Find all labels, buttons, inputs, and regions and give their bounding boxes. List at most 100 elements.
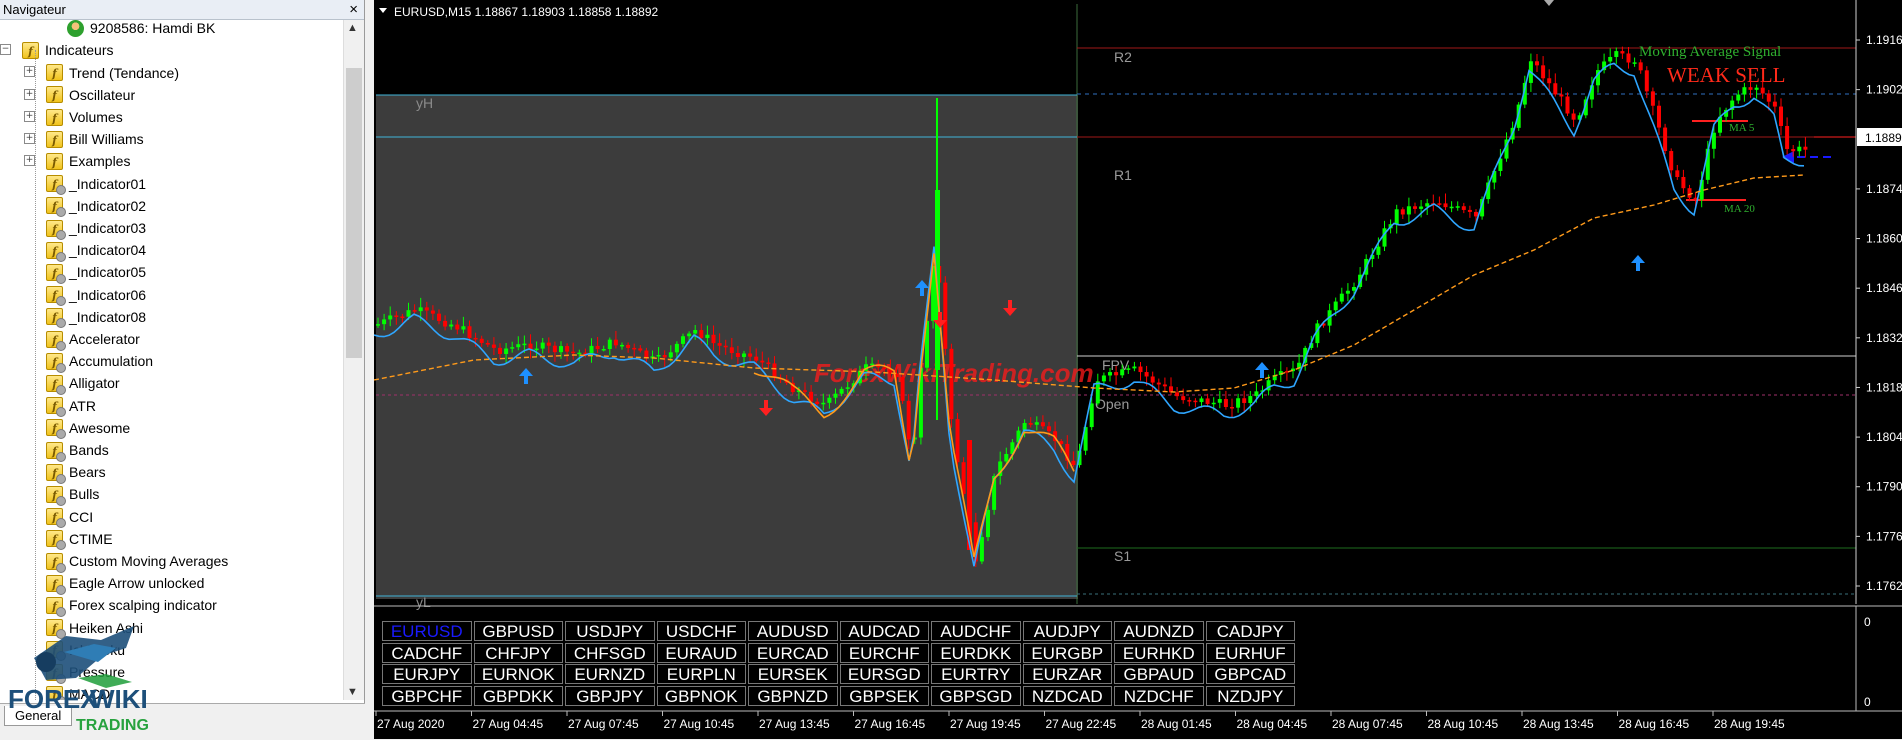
navigator-scrollbar[interactable]: ▲ ▼	[343, 20, 364, 700]
scroll-down-icon[interactable]: ▼	[347, 686, 358, 698]
bull-candle	[1754, 87, 1759, 90]
bear-candle	[1461, 206, 1466, 210]
symbol-button-euraud[interactable]: EURAUD	[656, 642, 746, 663]
symbol-button-chfsgd[interactable]: CHFSGD	[565, 642, 655, 663]
expand-icon[interactable]: +	[24, 66, 35, 78]
indicator-item[interactable]: f Alligator	[46, 371, 120, 395]
symbol-button-gbpusd[interactable]: GBPUSD	[473, 621, 563, 641]
symbol-button-gbpchf[interactable]: GBPCHF	[382, 685, 472, 706]
symbol-button-cadjpy[interactable]: CADJPY	[1205, 621, 1295, 641]
bear-candle	[943, 282, 948, 349]
indicator-item[interactable]: f Forex scalping indicator	[46, 593, 217, 617]
symbol-button-gbpnzd[interactable]: GBPNZD	[748, 685, 838, 706]
symbol-button-usdjpy[interactable]: USDJPY	[565, 621, 655, 641]
tree-item-label: _Indicator02	[69, 197, 147, 214]
indicator-item[interactable]: f Accumulation	[46, 349, 153, 373]
bear-candle	[900, 377, 905, 401]
folder-item[interactable]: + f Bill Williams	[24, 127, 144, 149]
symbol-button-nzdjpy[interactable]: NZDJPY	[1205, 685, 1295, 706]
folder-item[interactable]: + f Oscillateur	[24, 83, 135, 105]
symbol-button-gbpcad[interactable]: GBPCAD	[1205, 664, 1295, 684]
indicator-item[interactable]: f CCI	[46, 504, 93, 529]
bear-candle	[1791, 149, 1796, 152]
indicator-item[interactable]: f ATR	[46, 393, 96, 418]
indicator-icon: f	[46, 463, 66, 484]
indicator-icon: f	[46, 286, 66, 307]
folder-item[interactable]: + f Trend (Tendance)	[24, 60, 179, 82]
indicator-icon: f	[46, 508, 66, 529]
bear-candle	[595, 345, 600, 350]
symbol-button-eurhkd[interactable]: EURHKD	[1114, 642, 1204, 663]
price-tick-label: 1.18185	[1866, 380, 1902, 394]
symbol-button-eursgd[interactable]: EURSGD	[839, 664, 929, 684]
indicator-item[interactable]: f _Indicator04	[46, 238, 146, 262]
bear-candle	[638, 348, 643, 351]
indicator-item[interactable]: f Accelerator	[46, 327, 140, 351]
symbol-button-chfjpy[interactable]: CHFJPY	[473, 642, 563, 663]
symbol-button-eurcad[interactable]: EURCAD	[748, 642, 838, 663]
bull-candle	[742, 353, 746, 358]
symbol-button-audchf[interactable]: AUDCHF	[931, 621, 1021, 641]
symbol-button-nzdchf[interactable]: NZDCHF	[1114, 685, 1204, 706]
symbol-button-eurdkk[interactable]: EURDKK	[931, 642, 1021, 663]
collapse-icon[interactable]: −	[0, 44, 11, 56]
scrollbar-thumb[interactable]	[346, 68, 362, 358]
symbol-button-gbpsgd[interactable]: GBPSGD	[931, 685, 1021, 706]
indicator-item[interactable]: f _Indicator06	[46, 282, 146, 307]
bull-candle	[1236, 398, 1241, 408]
symbol-button-eurnzd[interactable]: EURNZD	[565, 664, 655, 684]
symbol-button-audcad[interactable]: AUDCAD	[839, 621, 929, 641]
symbol-button-eurchf[interactable]: EURCHF	[839, 642, 929, 663]
symbol-button-eurzar[interactable]: EURZAR	[1022, 664, 1112, 684]
symbol-button-eurgbp[interactable]: EURGBP	[1022, 642, 1112, 663]
indicator-item[interactable]: f CTIME	[46, 527, 113, 551]
folder-item[interactable]: + f Volumes	[24, 105, 123, 127]
symbol-button-audusd[interactable]: AUDUSD	[748, 621, 838, 641]
symbol-button-eurnok[interactable]: EURNOK	[473, 664, 563, 684]
symbol-button-gbpjpy[interactable]: GBPJPY	[565, 685, 655, 706]
symbol-button-eurjpy[interactable]: EURJPY	[382, 664, 472, 684]
expand-icon[interactable]: +	[24, 110, 35, 122]
folder-item[interactable]: + f Examples	[24, 149, 130, 171]
indicator-item[interactable]: f Custom Moving Averages	[46, 549, 228, 573]
symbol-button-eursek[interactable]: EURSEK	[748, 664, 838, 684]
symbol-button-audnzd[interactable]: AUDNZD	[1114, 621, 1204, 641]
bear-candle	[717, 343, 722, 346]
symbol-button-gbpsek[interactable]: GBPSEK	[839, 685, 929, 706]
symbol-button-audjpy[interactable]: AUDJPY	[1022, 621, 1112, 641]
bear-candle	[552, 345, 557, 353]
bear-candle	[1223, 399, 1228, 407]
close-icon[interactable]: ×	[349, 0, 358, 19]
symbol-button-cadchf[interactable]: CADCHF	[382, 642, 472, 663]
symbol-button-gbpaud[interactable]: GBPAUD	[1114, 664, 1204, 684]
symbol-button-nzdcad[interactable]: NZDCAD	[1022, 685, 1112, 706]
bear-candle	[1413, 206, 1417, 209]
expand-icon[interactable]: +	[24, 133, 35, 144]
indicator-item[interactable]: f _Indicator05	[46, 260, 146, 284]
indicator-item[interactable]: f Bulls	[46, 482, 99, 506]
indicator-item[interactable]: f Eagle Arrow unlocked	[46, 571, 204, 595]
expand-icon[interactable]: +	[24, 88, 35, 100]
indicator-item[interactable]: f Awesome	[46, 416, 130, 440]
symbol-button-gbpdkk[interactable]: GBPDKK	[473, 685, 563, 706]
symbol-button-eurhuf[interactable]: EURHUF	[1205, 642, 1295, 663]
tree-item-label: _Indicator01	[69, 175, 147, 192]
indicator-item[interactable]: f Bears	[46, 460, 106, 484]
account-item[interactable]: 9208586: Hamdi BK	[67, 20, 215, 38]
symbol-button-eurpln[interactable]: EURPLN	[656, 664, 746, 684]
indicator-item[interactable]: f Bands	[46, 438, 109, 462]
symbol-button-gbpnok[interactable]: GBPNOK	[656, 685, 746, 706]
indicator-item[interactable]: f _Indicator08	[46, 305, 146, 329]
bull-candle	[388, 315, 393, 320]
tree-item-label: Trend (Tendance)	[69, 64, 179, 81]
indicator-item[interactable]: f _Indicator01	[46, 171, 147, 196]
expand-icon[interactable]: +	[24, 155, 35, 167]
scroll-up-icon[interactable]: ▲	[347, 22, 358, 34]
symbol-button-eurtry[interactable]: EURTRY	[931, 664, 1021, 684]
symbol-button-usdchf[interactable]: USDCHF	[656, 621, 746, 641]
symbol-button-eurusd[interactable]: EURUSD	[382, 621, 472, 641]
signal-value: WEAK SELL	[1667, 63, 1785, 87]
indicator-item[interactable]: f _Indicator03	[46, 216, 146, 240]
indicator-item[interactable]: f _Indicator02	[46, 194, 147, 218]
chart-window[interactable]: R2 R1 S1 FPV Open yH yL EURUSD,M15 1.18867 1.18…	[374, 0, 1902, 739]
